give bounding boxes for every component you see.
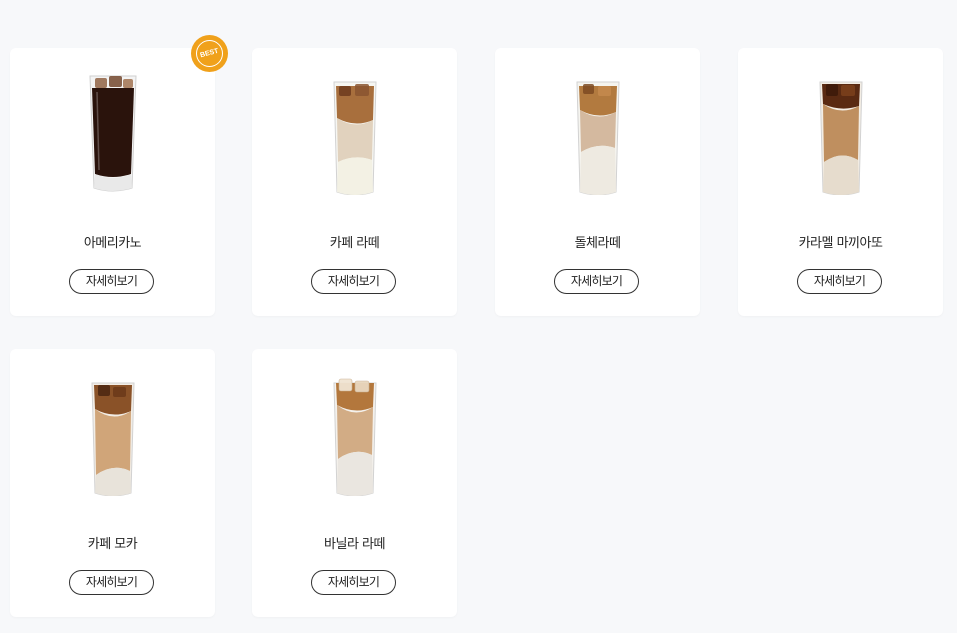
product-grid: BEST 아메리카노 자세히보기 카페 라떼 자세히보기 돌체라떼 자세히보기 … — [0, 0, 957, 633]
product-image[interactable] — [10, 371, 215, 501]
product-name: 바닐라 라떼 — [324, 537, 385, 552]
best-badge: BEST — [191, 35, 228, 72]
iced-latte-glass-icon — [332, 81, 377, 195]
detail-button[interactable]: 자세히보기 — [69, 570, 154, 595]
product-name: 아메리카노 — [83, 236, 142, 251]
product-name: 카페 모카 — [87, 537, 138, 552]
product-name: 돌체라떼 — [574, 236, 621, 251]
product-image[interactable] — [738, 70, 943, 200]
iced-cafe-mocha-glass-icon — [90, 382, 135, 496]
detail-button[interactable]: 자세히보기 — [311, 570, 396, 595]
detail-button[interactable]: 자세히보기 — [554, 269, 639, 294]
product-name: 카라멜 마끼아또 — [798, 236, 883, 251]
detail-button[interactable]: 자세히보기 — [797, 269, 882, 294]
product-name: 카페 라떼 — [329, 236, 380, 251]
product-card-vanilla-latte[interactable]: 바닐라 라떼 자세히보기 — [252, 349, 457, 617]
product-card-cafe-latte[interactable]: 카페 라떼 자세히보기 — [252, 48, 457, 316]
product-card-cafe-mocha[interactable]: 카페 모카 자세히보기 — [10, 349, 215, 617]
iced-dolce-latte-glass-icon — [575, 81, 620, 195]
product-image[interactable] — [10, 70, 215, 200]
iced-americano-glass-icon — [88, 75, 137, 192]
product-card-caramel-macchiato[interactable]: 카라멜 마끼아또 자세히보기 — [738, 48, 943, 316]
best-badge-ring: BEST — [196, 40, 223, 67]
best-badge-label: BEST — [199, 47, 220, 60]
iced-vanilla-latte-glass-icon — [332, 378, 377, 496]
product-card-dolce-latte[interactable]: 돌체라떼 자세히보기 — [495, 48, 700, 316]
product-image[interactable] — [252, 371, 457, 501]
detail-button[interactable]: 자세히보기 — [69, 269, 154, 294]
product-image[interactable] — [495, 70, 700, 200]
detail-button[interactable]: 자세히보기 — [311, 269, 396, 294]
iced-caramel-macchiato-glass-icon — [818, 81, 863, 195]
product-card-americano[interactable]: 아메리카노 자세히보기 — [10, 48, 215, 316]
product-image[interactable] — [252, 70, 457, 200]
